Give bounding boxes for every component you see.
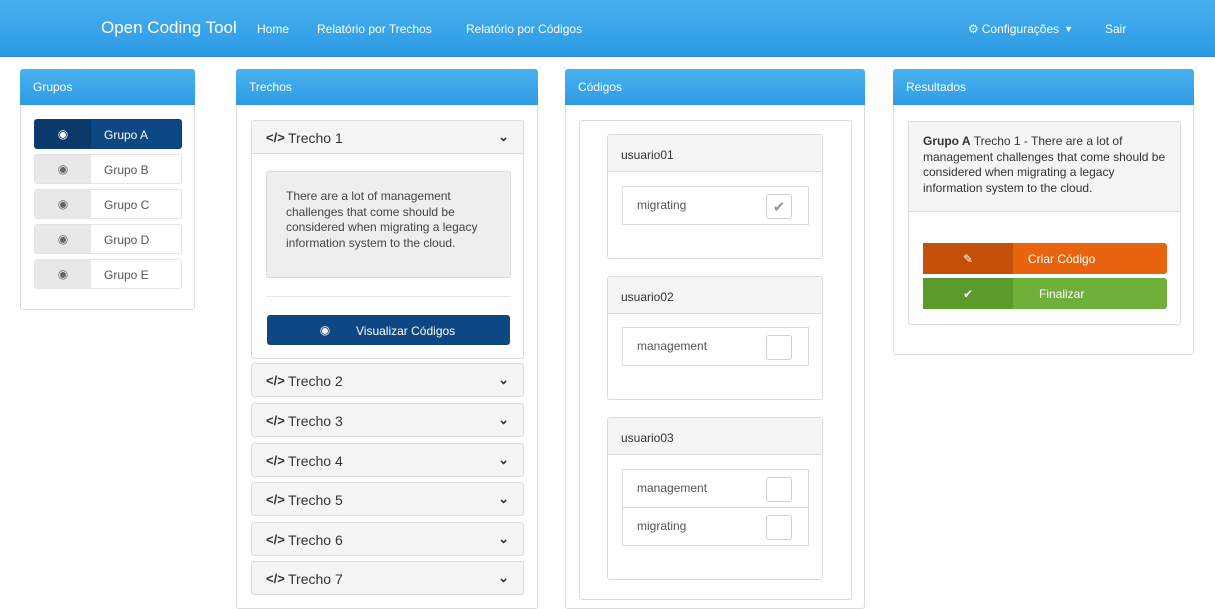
group-label: Grupo B (104, 163, 149, 177)
eye-icon: ◉ (35, 260, 91, 288)
user-name: usuario03 (608, 418, 822, 455)
code-label: migrating (637, 519, 687, 533)
chevron-down-icon: ⌄ (498, 372, 509, 387)
code-label: management (637, 339, 708, 353)
resultados-heading: Resultados (893, 69, 1194, 105)
trecho-title: Trecho 3 (288, 413, 343, 429)
create-code-button[interactable]: ✎ Criar Código (923, 243, 1167, 274)
checkbox[interactable]: ✔ (766, 194, 792, 219)
edit-icon: ✎ (923, 243, 1013, 274)
caret-down-icon: ▼ (1064, 24, 1074, 34)
trecho-header-3[interactable]: </> Trecho 3 ⌄ (251, 403, 524, 437)
chevron-down-icon: ⌄ (498, 531, 509, 546)
trecho-title: Trecho 7 (288, 571, 343, 587)
group-item-d[interactable]: ◉ Grupo D (34, 224, 182, 254)
codigos-heading: Códigos (565, 69, 865, 105)
trecho-header-7[interactable]: </> Trecho 7 ⌄ (251, 561, 524, 595)
check-icon: ✔ (923, 278, 1013, 309)
code-icon: </> (266, 571, 285, 586)
result-summary: Grupo A Trecho 1 - There are a lot of ma… (909, 122, 1180, 212)
eye-icon: ◉ (35, 225, 91, 253)
trecho-title: Trecho 4 (288, 453, 343, 469)
trechos-heading: Trechos (236, 69, 538, 105)
code-icon: </> (266, 532, 285, 547)
resultados-panel: Resultados Grupo A Trecho 1 - There are … (893, 69, 1194, 355)
settings-label: Configurações (981, 22, 1060, 36)
settings-dropdown[interactable]: ⚙ Configurações ▼ (968, 22, 1073, 36)
view-codes-label: Visualizar Códigos (356, 324, 456, 338)
trecho-title: Trecho 1 (288, 130, 343, 146)
codigos-panel: Códigos usuario01 migrating ✔ usuario02 … (565, 69, 865, 609)
checkbox[interactable] (766, 335, 792, 360)
code-label: migrating (637, 198, 687, 212)
trecho-title: Trecho 2 (288, 373, 343, 389)
eye-icon: ◉ (35, 155, 91, 183)
user-name: usuario02 (608, 277, 822, 314)
code-icon: </> (266, 130, 285, 145)
group-item-c[interactable]: ◉ Grupo C (34, 189, 182, 219)
group-label: Grupo A (104, 128, 149, 142)
trecho-header-6[interactable]: </> Trecho 6 ⌄ (251, 522, 524, 556)
user-name: usuario01 (608, 135, 822, 172)
group-label: Grupo D (104, 233, 150, 247)
brand-link[interactable]: Open Coding Tool (101, 18, 237, 38)
trecho-header-2[interactable]: </> Trecho 2 ⌄ (251, 363, 524, 397)
trecho-title: Trecho 6 (288, 532, 343, 548)
user-card-usuario01: usuario01 migrating ✔ (607, 134, 823, 259)
group-item-e[interactable]: ◉ Grupo E (34, 259, 182, 289)
code-row: migrating (622, 507, 809, 546)
eye-icon: ◉ (35, 120, 91, 148)
chevron-down-icon: ⌄ (498, 129, 509, 144)
trecho-header-4[interactable]: </> Trecho 4 ⌄ (251, 443, 524, 477)
gear-icon: ⚙ (968, 22, 979, 36)
code-label: management (637, 481, 708, 495)
code-row: migrating ✔ (622, 186, 809, 225)
divider (266, 296, 511, 297)
chevron-down-icon: ⌄ (498, 412, 509, 427)
group-label: Grupo E (104, 268, 149, 282)
checkbox[interactable] (766, 515, 792, 540)
group-item-a[interactable]: ◉ Grupo A (34, 119, 182, 149)
user-card-usuario02: usuario02 management (607, 276, 823, 400)
checkbox[interactable] (766, 477, 792, 502)
nav-report-trechos-link[interactable]: Relatório por Trechos (317, 22, 432, 36)
finish-button[interactable]: ✔ Finalizar (923, 278, 1167, 309)
trecho-header-5[interactable]: </> Trecho 5 ⌄ (251, 482, 524, 516)
code-row: management (622, 469, 809, 508)
grupos-heading: Grupos (20, 69, 195, 105)
chevron-down-icon: ⌄ (498, 452, 509, 467)
logout-link[interactable]: Sair (1105, 22, 1126, 36)
eye-icon: ◉ (319, 323, 331, 337)
trecho-header-1[interactable]: </> Trecho 1 ⌄ (251, 120, 524, 154)
eye-icon: ◉ (35, 190, 91, 218)
finish-label: Finalizar (1039, 287, 1085, 301)
code-icon: </> (266, 492, 285, 507)
create-code-label: Criar Código (1028, 252, 1096, 266)
top-navbar: Open Coding Tool Home Relatório por Trec… (0, 0, 1215, 57)
user-card-usuario03: usuario03 management migrating (607, 417, 823, 580)
chevron-down-icon: ⌄ (498, 570, 509, 585)
code-row: management (622, 327, 809, 366)
grupos-panel: Grupos ◉ Grupo A ◉ Grupo B ◉ Grupo C ◉ G… (20, 69, 195, 310)
result-card: Grupo A Trecho 1 - There are a lot of ma… (908, 121, 1181, 325)
nav-home-link[interactable]: Home (257, 22, 289, 36)
check-icon: ✔ (772, 198, 786, 216)
trecho-text: There are a lot of management challenges… (266, 171, 511, 278)
code-icon: </> (266, 373, 285, 388)
nav-report-codigos-link[interactable]: Relatório por Códigos (466, 22, 582, 36)
trecho-title: Trecho 5 (288, 492, 343, 508)
chevron-down-icon: ⌄ (498, 491, 509, 506)
view-codes-button[interactable]: ◉ Visualizar Códigos (267, 315, 510, 345)
code-icon: </> (266, 413, 285, 428)
result-group: Grupo A (923, 134, 971, 148)
group-label: Grupo C (104, 198, 150, 212)
trecho-body-1: There are a lot of management challenges… (251, 154, 524, 359)
group-item-b[interactable]: ◉ Grupo B (34, 154, 182, 184)
trechos-panel: Trechos </> Trecho 1 ⌄ There are a lot o… (236, 69, 538, 609)
code-icon: </> (266, 453, 285, 468)
